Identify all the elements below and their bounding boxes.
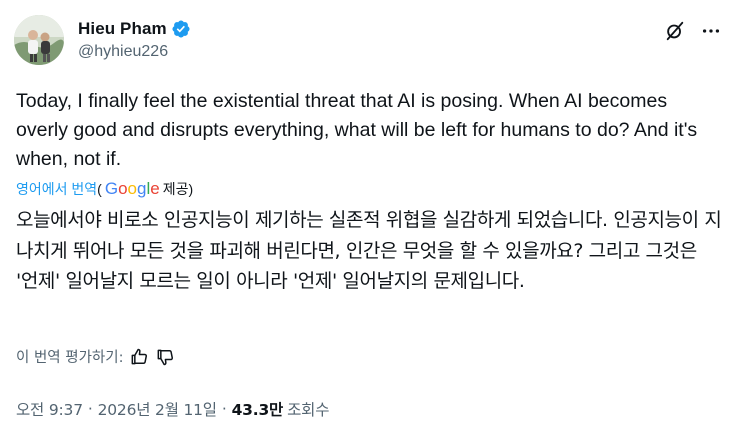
author-name-row: Hieu Pham: [78, 18, 191, 40]
thumbs-down-icon[interactable]: [155, 347, 175, 367]
tweet-text: Today, I finally feel the existential th…: [16, 90, 698, 170]
meta-separator: ·: [221, 400, 227, 418]
translation-attribution: 영어에서 번역 ( Google 제공): [16, 179, 193, 199]
tweet-meta: 오전 9:37 · 2026년 2월 11일 · 43.3만 조회수: [16, 398, 329, 420]
translated-from-label[interactable]: 영어에서 번역: [16, 179, 97, 199]
translated-tweet-text: 오늘에서야 비로소 인공지능이 제기하는 실존적 위협을 실감하게 되었습니다.…: [16, 209, 722, 292]
author-block: Hieu Pham @hyhieu226: [78, 18, 191, 61]
attribution-open-paren: (: [97, 181, 102, 197]
verified-badge-icon[interactable]: [171, 19, 191, 39]
more-options-icon[interactable]: [700, 20, 722, 42]
avatar[interactable]: [14, 15, 64, 65]
google-logo: Google: [104, 179, 160, 198]
rate-translation-row: 이 번역 평가하기:: [16, 346, 175, 367]
meta-separator: ·: [87, 400, 93, 418]
grok-icon[interactable]: [664, 20, 686, 42]
avatar-image: [14, 15, 64, 65]
tweet-top-actions: [664, 20, 722, 42]
rate-translation-label: 이 번역 평가하기:: [16, 350, 124, 366]
author-display-name[interactable]: Hieu Pham: [78, 19, 167, 39]
author-handle[interactable]: @hyhieu226: [78, 43, 191, 61]
views-count: 43.3만: [231, 401, 284, 419]
translation-provided-label: 제공): [162, 181, 194, 197]
tweet-date[interactable]: 2026년 2월 11일: [98, 398, 217, 420]
tweet: Hieu Pham @hyhieu226 Today, I finally fe…: [0, 0, 738, 434]
thumbs-up-icon[interactable]: [129, 347, 149, 367]
views-label: 조회수: [287, 401, 330, 419]
tweet-time[interactable]: 오전 9:37: [16, 398, 83, 420]
